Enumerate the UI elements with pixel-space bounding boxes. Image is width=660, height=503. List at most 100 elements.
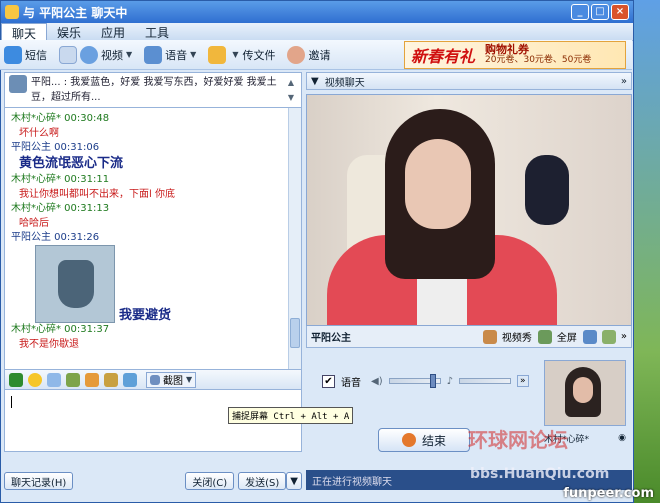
local-video-preview[interactable] <box>544 360 626 426</box>
sms-label: 短信 <box>25 48 47 62</box>
remote-video[interactable] <box>306 94 632 326</box>
contact-avatar-icon[interactable] <box>59 45 77 64</box>
text-caret <box>11 396 12 408</box>
expand-arrows-icon[interactable]: » <box>516 375 529 387</box>
house-icon <box>482 329 497 344</box>
camera-icon <box>80 45 98 64</box>
snapshot-icon[interactable] <box>582 329 597 344</box>
voice-button[interactable]: 语音 ▼ <box>144 45 196 64</box>
sms-button[interactable]: 短信 <box>4 45 47 64</box>
video-header-title: 视频聊天 <box>324 77 365 89</box>
promo-line2: 20元卷、30元卷、50元卷 <box>485 55 592 65</box>
wink-icon[interactable] <box>85 372 99 387</box>
message-text: 我不是你歇退 <box>19 339 79 350</box>
message-text: 哈哈后 <box>19 218 49 229</box>
close-chat-button[interactable]: 关闭(C) <box>185 472 235 490</box>
scroll-arrows[interactable]: ▲ ▼ <box>285 75 297 105</box>
chat-scrollbar[interactable] <box>288 108 301 369</box>
menu-tools[interactable]: 工具 <box>135 23 179 40</box>
chat-history-button[interactable]: 聊天记录(H) <box>4 472 74 490</box>
magic-emoji-icon[interactable] <box>47 372 61 387</box>
scissors-icon <box>150 374 160 385</box>
send-options-chevron-icon[interactable]: ▼ <box>286 472 302 490</box>
maximize-button[interactable]: □ <box>591 4 609 20</box>
end-video-button[interactable]: 结束 <box>378 428 470 452</box>
sticker-message: 我要避货 <box>11 245 295 323</box>
mic-volume-slider[interactable] <box>458 378 511 384</box>
site-watermark: funpeer.com <box>563 486 654 501</box>
qq-penguin-icon <box>5 5 19 19</box>
end-label: 结束 <box>421 433 446 448</box>
microphone-icon <box>144 45 163 64</box>
chevron-down-icon[interactable]: ▼ <box>186 375 192 384</box>
plush-toy-shape <box>525 155 569 225</box>
chevron-down-icon[interactable]: ▼ <box>190 50 196 59</box>
chat-actions: 聊天记录(H) 关闭(C) 发送(S) ▼ <box>4 470 302 492</box>
cat-sticker-image[interactable] <box>35 245 115 323</box>
fullscreen-icon <box>537 329 552 344</box>
send-file-button[interactable]: ▼ 传文件 <box>208 45 276 64</box>
message-text: 坏什么啊 <box>19 128 59 139</box>
minimize-button[interactable]: _ <box>571 4 589 20</box>
person-face-shape <box>405 139 471 229</box>
video-header: ▼ 视频聊天 » <box>306 72 632 90</box>
voice-label: 语音 <box>165 48 188 62</box>
power-icon <box>401 433 416 447</box>
chat-log[interactable]: 木村*心碎* 00:30:48 坏什么啊 平阳公主 00:31:06 黄色流氓恶… <box>4 108 302 370</box>
fullscreen-button[interactable]: 全屏 <box>537 329 577 344</box>
scrollbar-thumb[interactable] <box>290 318 300 348</box>
menu-chat[interactable]: 聊天 <box>1 23 48 41</box>
title-bar[interactable]: 与 平阳公主 聊天中 _ □ × <box>1 1 633 23</box>
expand-arrows-icon[interactable]: » <box>621 76 627 87</box>
video-label: 视频 <box>101 48 123 62</box>
message-text: 我让你想叫都叫不出来，下面l 你底 <box>19 189 175 200</box>
chevron-down-icon[interactable]: ▼ <box>126 50 132 59</box>
image-icon[interactable] <box>66 372 80 387</box>
contact-signature: 平阳... : 我爱蓝色，好爱 我爱写东西，好爱好爱 我爱土豆，超过所有... … <box>4 72 302 108</box>
menu-entertainment[interactable]: 娱乐 <box>47 23 91 40</box>
invite-button[interactable]: 邀请 <box>287 45 331 64</box>
sticker-caption: 我要避货 <box>119 308 172 323</box>
microphone-icon[interactable]: ♪ <box>447 376 453 387</box>
send-file-label: 传文件 <box>242 48 276 62</box>
message-sender: 木村*心碎* 00:30:48 <box>11 113 110 124</box>
message-sender: 木村*心碎* 00:31:11 <box>11 174 110 185</box>
voice-checkbox[interactable]: ✔ <box>322 374 335 388</box>
scrawl-icon[interactable] <box>104 372 118 387</box>
voice-controls: ✔ 语音 ◀) ♪ » <box>306 368 542 394</box>
collapse-chevron-icon[interactable]: ▼ <box>311 76 319 87</box>
screenshot-button[interactable]: 截图 ▼ <box>146 371 197 388</box>
speaker-volume-slider[interactable] <box>388 374 441 388</box>
message-text: 黄色流氓恶心下流 <box>19 156 124 171</box>
close-button[interactable]: × <box>611 4 629 20</box>
watermark-text: 环球网论坛 <box>468 428 568 452</box>
emoji-icon[interactable] <box>28 372 42 387</box>
screenshot-label: 截图 <box>163 376 183 387</box>
window-title: 与 平阳公主 聊天中 <box>23 5 128 20</box>
video-caption-bar: 平阳公主 视频秀 全屏 » <box>306 326 632 348</box>
sms-icon <box>4 45 22 64</box>
invite-label: 邀请 <box>308 48 331 62</box>
desktop-background <box>630 0 660 503</box>
promo-banner[interactable]: 新春有礼 购物礼券 20元卷、30元卷、50元卷 <box>404 41 626 69</box>
message-sender: 木村*心碎* 00:31:37 <box>11 324 110 335</box>
menu-apps[interactable]: 应用 <box>91 23 135 40</box>
font-icon[interactable] <box>9 372 23 387</box>
format-toolbar: 截图 ▼ <box>4 370 302 390</box>
folder-icon <box>208 45 227 64</box>
speaker-icon[interactable]: ◀) <box>371 376 383 387</box>
video-button[interactable]: 视频 ▼ <box>80 45 132 64</box>
promo-text: 购物礼券 20元卷、30元卷、50元卷 <box>485 44 591 66</box>
video-show-button[interactable]: 视频秀 <box>482 329 532 344</box>
chevron-down-icon[interactable]: ▼ <box>232 50 238 59</box>
fullscreen-label: 全屏 <box>556 333 577 344</box>
expand-arrows-icon[interactable]: » <box>621 331 627 342</box>
avatar[interactable] <box>9 75 27 93</box>
send-button[interactable]: 发送(S) <box>238 472 287 490</box>
camera-icon[interactable]: ◉ <box>618 433 626 443</box>
signature-text: 平阳... : 我爱蓝色，好爱 我爱写东西，好爱好爱 我爱土豆，超过所有... <box>31 77 277 103</box>
settings-icon[interactable] <box>601 329 616 344</box>
more-icon[interactable] <box>123 372 137 387</box>
invite-people-icon <box>287 45 306 64</box>
video-panel: ▼ 视频聊天 » 平阳公主 视频秀 全屏 » ✔ 语音 ◀) ♪ » 结束 木村… <box>306 72 632 466</box>
